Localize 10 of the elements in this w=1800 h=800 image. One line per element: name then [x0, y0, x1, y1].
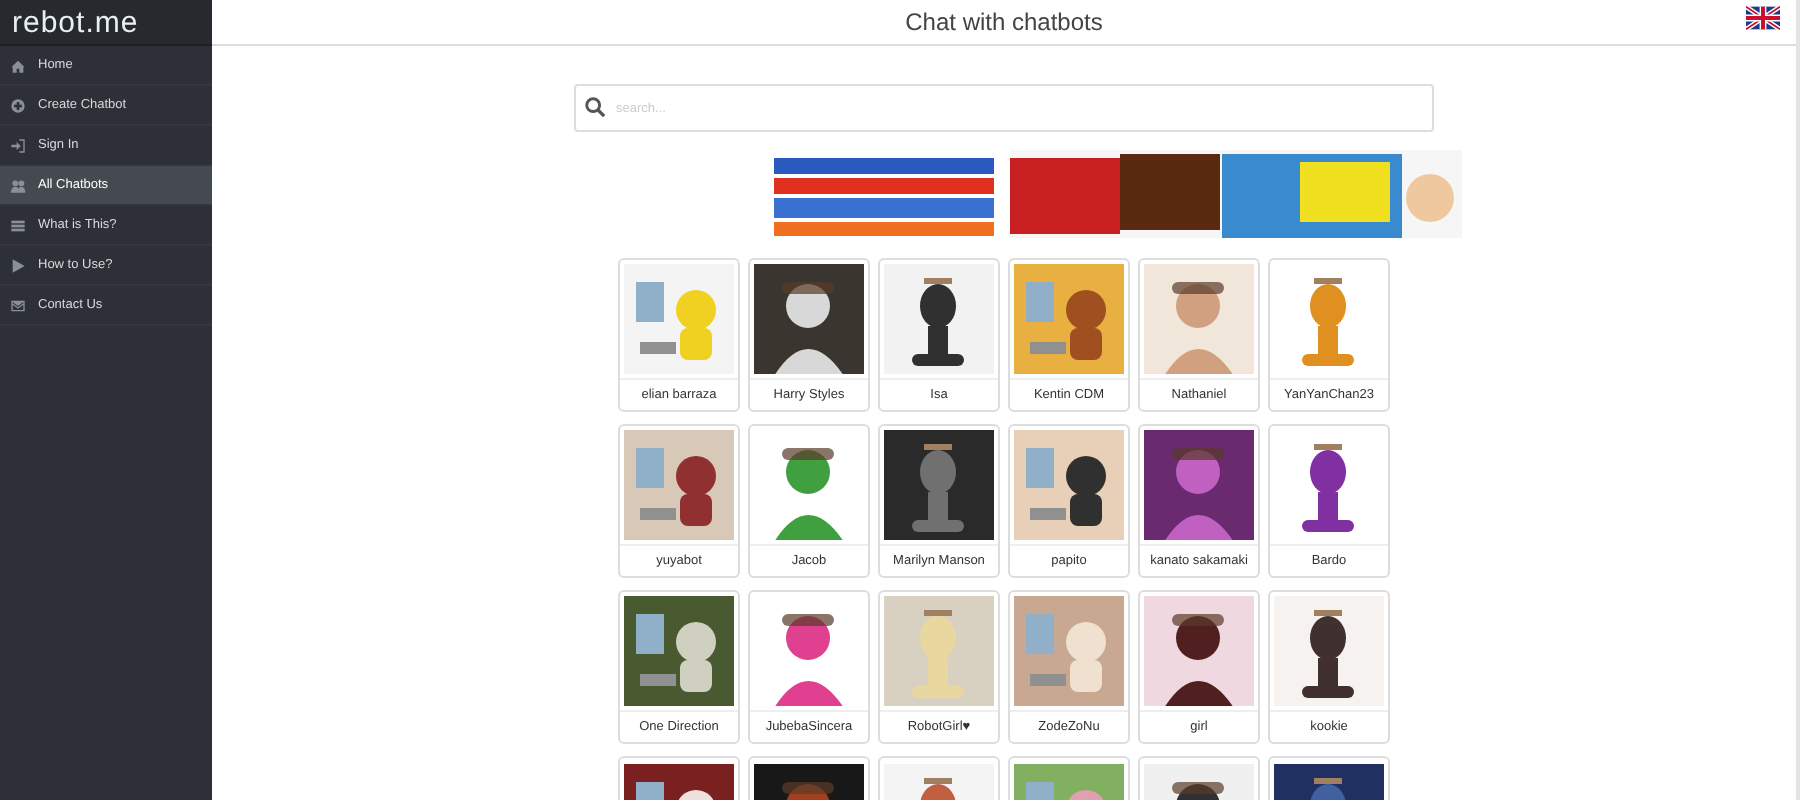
play-icon — [10, 257, 26, 273]
sign-in-icon — [10, 137, 26, 153]
plus-circle-icon — [10, 97, 26, 113]
list-icon — [10, 217, 26, 233]
home-icon — [10, 57, 26, 73]
envelope-icon — [10, 297, 26, 313]
people-icon — [10, 177, 26, 193]
flag-icon[interactable] — [1746, 6, 1780, 30]
search-icon — [584, 96, 606, 118]
page-title: Chat with chatbots — [905, 8, 1103, 36]
